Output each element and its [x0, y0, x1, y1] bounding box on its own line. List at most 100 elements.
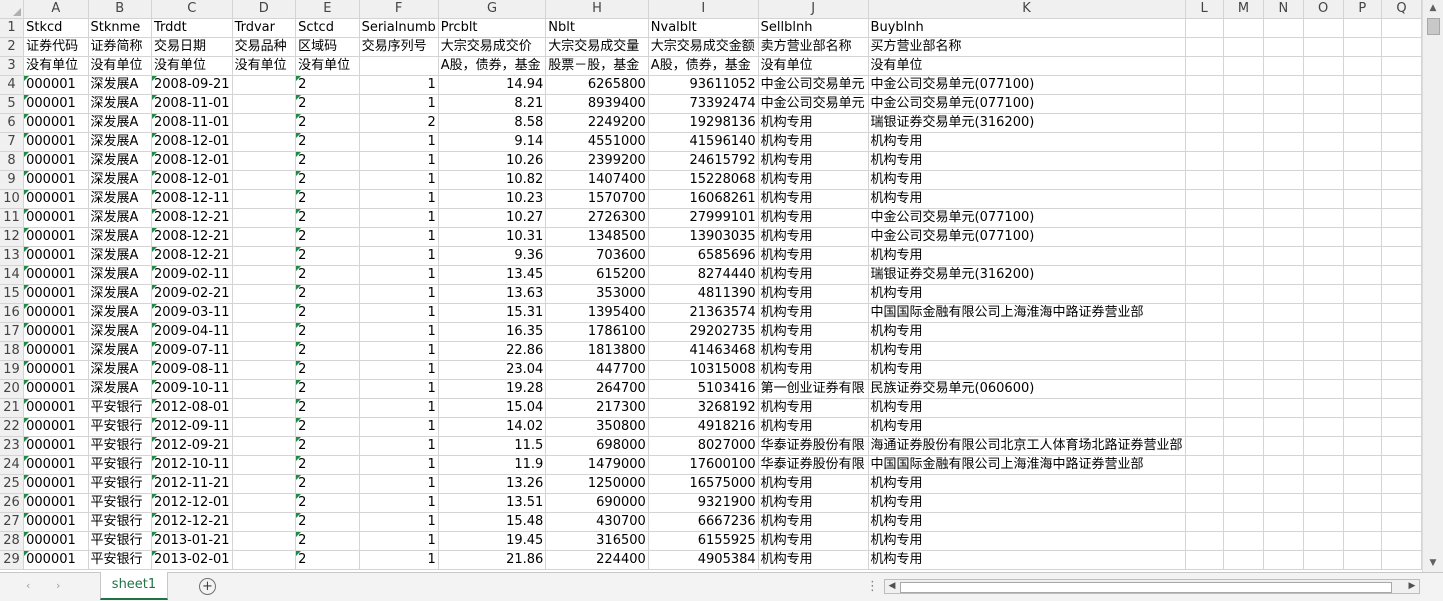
- cell-I8[interactable]: 24615792: [648, 151, 759, 171]
- cell-O9[interactable]: [1303, 170, 1344, 190]
- cell-M24[interactable]: [1223, 455, 1265, 475]
- cell-Q28[interactable]: [1381, 531, 1422, 551]
- cell-P6[interactable]: [1343, 113, 1383, 133]
- cell-B18[interactable]: 深发展A: [88, 341, 152, 361]
- cell-L1[interactable]: [1185, 18, 1224, 38]
- cell-F17[interactable]: 1: [359, 322, 439, 342]
- cell-H12[interactable]: 1348500: [545, 227, 649, 247]
- cell-N13[interactable]: [1263, 246, 1304, 266]
- row-header[interactable]: 20: [0, 379, 25, 399]
- cell-I24[interactable]: 17600100: [648, 455, 759, 475]
- cell-L9[interactable]: [1185, 170, 1224, 190]
- cell-N28[interactable]: [1263, 531, 1304, 551]
- cell-D7[interactable]: [232, 132, 297, 152]
- cell-H3[interactable]: 股票－股，基金: [545, 56, 649, 76]
- cell-P27[interactable]: [1343, 512, 1383, 532]
- cell-K3[interactable]: 没有单位: [868, 56, 1186, 76]
- cell-Q4[interactable]: [1381, 75, 1422, 95]
- column-header-A[interactable]: A: [23, 0, 89, 19]
- cell-L23[interactable]: [1185, 436, 1224, 456]
- cell-L24[interactable]: [1185, 455, 1224, 475]
- cell-J19[interactable]: 机构专用: [758, 360, 869, 380]
- cell-G17[interactable]: 16.35: [438, 322, 547, 342]
- cell-N16[interactable]: [1263, 303, 1304, 323]
- cell-K2[interactable]: 买方营业部名称: [868, 37, 1186, 57]
- cell-H5[interactable]: 8939400: [545, 94, 649, 114]
- cell-A17[interactable]: 000001: [23, 322, 89, 342]
- cell-D14[interactable]: [232, 265, 297, 285]
- column-header-Q[interactable]: Q: [1381, 0, 1422, 19]
- cell-M16[interactable]: [1223, 303, 1265, 323]
- cell-G4[interactable]: 14.94: [438, 75, 547, 95]
- cell-O12[interactable]: [1303, 227, 1344, 247]
- cell-K16[interactable]: 中国国际金融有限公司上海淮海中路证券营业部: [868, 303, 1186, 323]
- cell-C20[interactable]: 2009-10-11: [151, 379, 233, 399]
- cell-C17[interactable]: 2009-04-11: [151, 322, 233, 342]
- cell-K11[interactable]: 中金公司交易单元(077100): [868, 208, 1186, 228]
- cell-M5[interactable]: [1223, 94, 1265, 114]
- cell-F8[interactable]: 1: [359, 151, 439, 171]
- cell-G16[interactable]: 15.31: [438, 303, 547, 323]
- cell-A5[interactable]: 000001: [23, 94, 89, 114]
- cell-Q8[interactable]: [1381, 151, 1422, 171]
- cell-E16[interactable]: 2: [295, 303, 360, 323]
- cell-I14[interactable]: 8274440: [648, 265, 759, 285]
- cell-Q29[interactable]: [1381, 550, 1422, 570]
- cell-D3[interactable]: 没有单位: [232, 56, 297, 76]
- horizontal-scrollbar[interactable]: ◀ ▶: [884, 579, 1420, 594]
- cell-O21[interactable]: [1303, 398, 1344, 418]
- cell-Q2[interactable]: [1381, 37, 1422, 57]
- cell-M13[interactable]: [1223, 246, 1265, 266]
- cell-N14[interactable]: [1263, 265, 1304, 285]
- cell-J10[interactable]: 机构专用: [758, 189, 869, 209]
- cell-I21[interactable]: 3268192: [648, 398, 759, 418]
- cell-I28[interactable]: 6155925: [648, 531, 759, 551]
- cell-C2[interactable]: 交易日期: [151, 37, 233, 57]
- cell-L12[interactable]: [1185, 227, 1224, 247]
- cell-O8[interactable]: [1303, 151, 1344, 171]
- cell-L8[interactable]: [1185, 151, 1224, 171]
- cell-Q26[interactable]: [1381, 493, 1422, 513]
- cell-A4[interactable]: 000001: [23, 75, 89, 95]
- cell-A18[interactable]: 000001: [23, 341, 89, 361]
- cell-F16[interactable]: 1: [359, 303, 439, 323]
- cell-E2[interactable]: 区域码: [295, 37, 360, 57]
- cell-P18[interactable]: [1343, 341, 1383, 361]
- cell-P5[interactable]: [1343, 94, 1383, 114]
- cell-C13[interactable]: 2008-12-21: [151, 246, 233, 266]
- cell-O17[interactable]: [1303, 322, 1344, 342]
- cell-K22[interactable]: 机构专用: [868, 417, 1186, 437]
- cell-O10[interactable]: [1303, 189, 1344, 209]
- cell-N6[interactable]: [1263, 113, 1304, 133]
- cell-A11[interactable]: 000001: [23, 208, 89, 228]
- cell-Q9[interactable]: [1381, 170, 1422, 190]
- cell-G10[interactable]: 10.23: [438, 189, 547, 209]
- cell-D8[interactable]: [232, 151, 297, 171]
- cell-J3[interactable]: 没有单位: [758, 56, 869, 76]
- cell-J14[interactable]: 机构专用: [758, 265, 869, 285]
- cell-O6[interactable]: [1303, 113, 1344, 133]
- cell-J20[interactable]: 第一创业证券有限: [758, 379, 869, 399]
- cell-N10[interactable]: [1263, 189, 1304, 209]
- cell-D28[interactable]: [232, 531, 297, 551]
- cell-I29[interactable]: 4905384: [648, 550, 759, 570]
- cell-F14[interactable]: 1: [359, 265, 439, 285]
- cell-H1[interactable]: Nblt: [545, 18, 649, 38]
- cell-G1[interactable]: Prcblt: [438, 18, 547, 38]
- cell-P24[interactable]: [1343, 455, 1383, 475]
- row-header[interactable]: 22: [0, 417, 25, 437]
- cell-K6[interactable]: 瑞银证券交易单元(316200): [868, 113, 1186, 133]
- cell-K5[interactable]: 中金公司交易单元(077100): [868, 94, 1186, 114]
- cell-O4[interactable]: [1303, 75, 1344, 95]
- row-header[interactable]: 7: [0, 132, 25, 152]
- cell-J1[interactable]: Sellblnh: [758, 18, 869, 38]
- cell-N11[interactable]: [1263, 208, 1304, 228]
- cell-A22[interactable]: 000001: [23, 417, 89, 437]
- cell-Q22[interactable]: [1381, 417, 1422, 437]
- cell-F2[interactable]: 交易序列号: [359, 37, 439, 57]
- cell-M4[interactable]: [1223, 75, 1265, 95]
- cell-E5[interactable]: 2: [295, 94, 360, 114]
- cell-B3[interactable]: 没有单位: [88, 56, 152, 76]
- cell-H18[interactable]: 1813800: [545, 341, 649, 361]
- cell-H28[interactable]: 316500: [545, 531, 649, 551]
